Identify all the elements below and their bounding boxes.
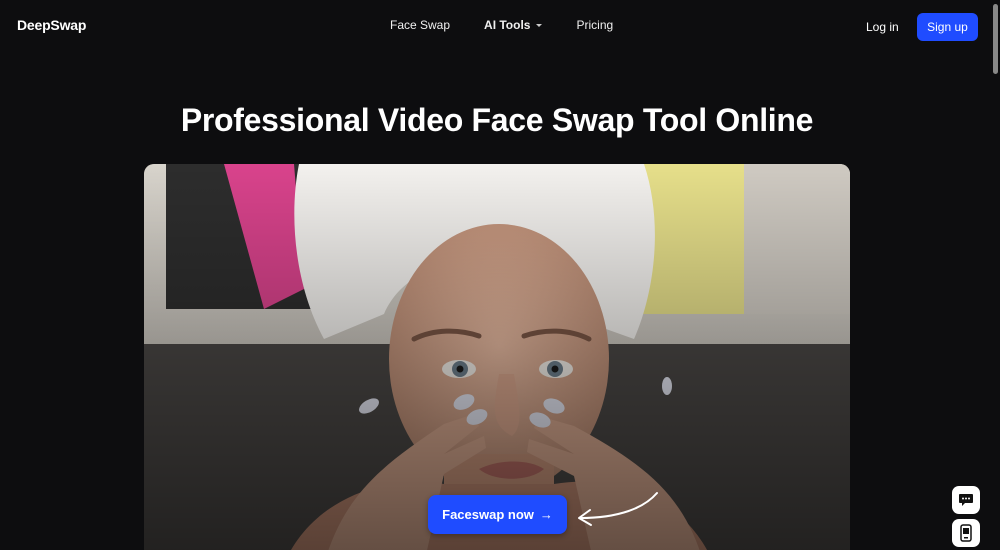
page-title: Professional Video Face Swap Tool Online	[180, 102, 814, 138]
hand-drawn-arrow-icon	[578, 492, 658, 526]
top-nav: DeepSwap Face Swap AI Tools Pricing Log …	[0, 0, 990, 52]
nav-link-label: Pricing	[576, 18, 614, 32]
hero-video[interactable]	[144, 164, 850, 550]
nav-link-face-swap[interactable]: Face Swap	[390, 18, 450, 32]
hero-video-frame	[144, 164, 850, 550]
mobile-app-icon	[960, 524, 972, 542]
login-link[interactable]: Log in	[866, 20, 899, 34]
scrollbar-thumb[interactable]	[993, 4, 998, 74]
chat-bubble-icon	[959, 494, 973, 506]
faceswap-now-button[interactable]: Faceswap now →	[428, 495, 567, 534]
chevron-down-icon	[536, 23, 543, 27]
mobile-app-button[interactable]	[952, 519, 980, 547]
nav-link-label: AI Tools	[484, 18, 531, 32]
nav-links: Face Swap AI Tools Pricing	[390, 18, 647, 32]
chat-widget-button[interactable]	[952, 486, 980, 514]
signup-button[interactable]: Sign up	[917, 13, 978, 41]
scrollbar-track[interactable]	[990, 0, 1000, 550]
cta-label: Faceswap now	[442, 507, 534, 522]
logo[interactable]: DeepSwap	[17, 17, 86, 33]
arrow-right-icon: →	[539, 507, 553, 522]
nav-link-pricing[interactable]: Pricing	[576, 18, 613, 32]
nav-link-ai-tools[interactable]: AI Tools	[484, 18, 543, 32]
nav-link-label: Face Swap	[390, 18, 451, 32]
